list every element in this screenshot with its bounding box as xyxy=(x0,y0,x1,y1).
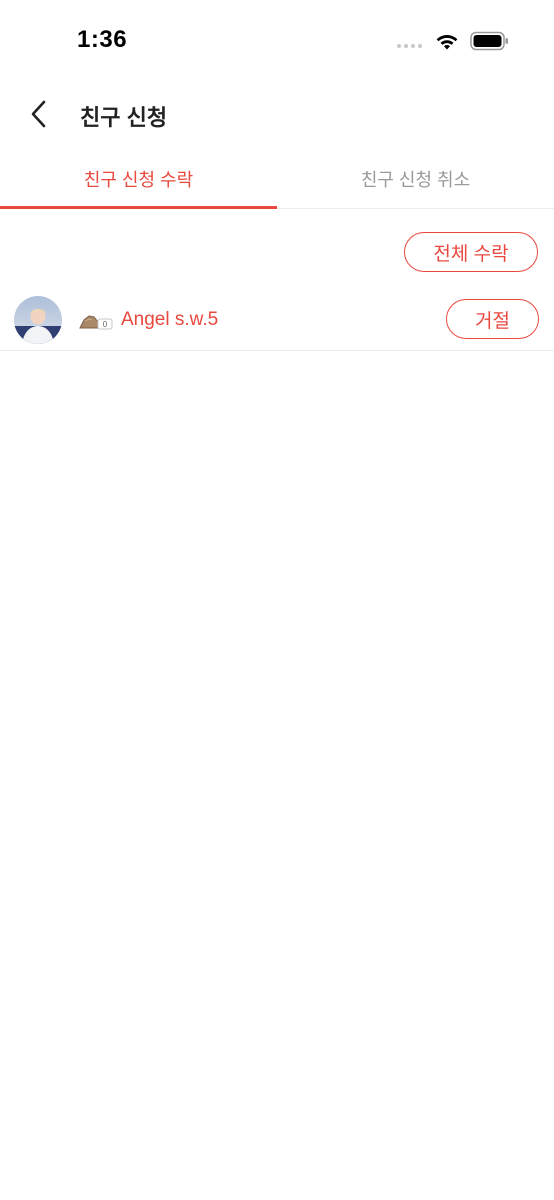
cellular-signal-icon xyxy=(397,44,422,48)
list-item[interactable]: 0 Angel s.w.5 거절 xyxy=(0,290,554,351)
tab-bar: 친구 신청 수락 친구 신청 취소 xyxy=(0,150,554,209)
tab-accept-requests[interactable]: 친구 신청 수락 xyxy=(0,150,277,208)
reject-button[interactable]: 거절 xyxy=(446,299,539,339)
chevron-left-icon xyxy=(31,100,46,128)
accept-all-button[interactable]: 전체 수락 xyxy=(404,232,538,272)
friend-request-screen: 1:36 친구 신청 친구 신청 수락 친구 신청 취소 전체 수락 0 Ang… xyxy=(0,0,554,1200)
battery-icon xyxy=(470,31,508,51)
wifi-icon xyxy=(436,35,458,50)
svg-text:0: 0 xyxy=(103,320,108,329)
status-time: 1:36 xyxy=(77,26,128,53)
avatar-image xyxy=(14,296,62,344)
page-title: 친구 신청 xyxy=(80,105,168,130)
tab-cancel-requests[interactable]: 친구 신청 취소 xyxy=(277,150,554,208)
status-bar: 1:36 xyxy=(0,0,554,80)
avatar[interactable] xyxy=(14,296,62,344)
active-tab-indicator xyxy=(0,206,277,209)
back-button[interactable] xyxy=(22,94,56,134)
level-badge-icon: 0 xyxy=(79,315,113,330)
user-name[interactable]: Angel s.w.5 xyxy=(121,309,218,331)
navigation-header: 친구 신청 xyxy=(0,84,554,144)
